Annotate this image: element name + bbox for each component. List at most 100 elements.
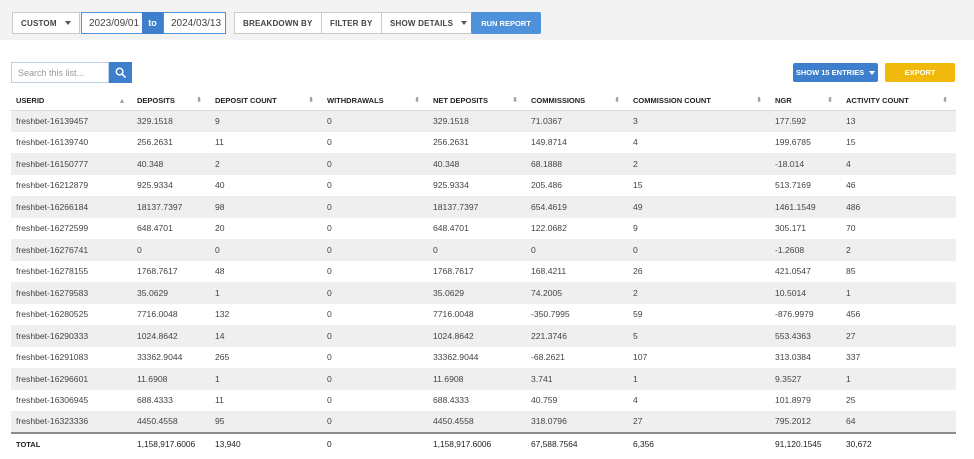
table-cell: 305.171 [770,217,841,239]
table-cell: 0 [132,239,210,261]
date-from-value: 2023/09/01 [89,17,140,29]
chevron-down-icon [869,70,876,75]
table-cell: 18137.7397 [132,196,210,218]
table-cell: 70 [841,217,956,239]
table-cell: 0 [322,325,428,347]
table-cell: 688.4333 [428,389,526,411]
table-cell: -1.2608 [770,239,841,261]
table-cell: 7716.0048 [428,303,526,325]
table-cell: 33362.9044 [428,346,526,368]
column-header-commissions[interactable]: COMMISSIONS ⬍ [526,91,628,111]
table-row: freshbet-16291083 33362.9044 265 0 33362.904… [11,346,956,368]
table-row: freshbet-16276741 0 0 0 0 0 0 -1.2608 2 [11,239,956,261]
table-cell: 4 [841,153,956,175]
table-cell: 168.4211 [526,260,628,282]
table-cell: 14 [210,325,322,347]
show-entries-dropdown[interactable]: SHOW 15 ENTRIES [793,63,878,82]
table-cell: 40.348 [428,153,526,175]
table-cell: 1 [210,282,322,304]
table-cell: 256.2631 [428,131,526,153]
date-from-input[interactable]: 2023/09/01 [81,12,143,34]
sort-ascending-icon[interactable]: ▴ [120,96,124,105]
table-cell: 925.9334 [428,174,526,196]
total-cell: 67,588.7564 [526,431,628,455]
table-cell: 35.0629 [428,282,526,304]
table-cell: freshbet-16266184 [11,196,132,218]
sort-icon[interactable]: ⬍ [308,96,314,104]
run-report-button[interactable]: RUN REPORT [471,12,541,34]
table-cell: 0 [322,239,428,261]
column-header-withdrawals[interactable]: WITHDRAWALS ⬍ [322,91,428,111]
show-details-dropdown[interactable]: SHOW DETAILS [381,12,477,34]
search-placeholder: Search this list... [18,67,85,78]
table-cell: 654.4619 [526,196,628,218]
export-button[interactable]: EXPORT [885,63,955,82]
column-header-commission-count[interactable]: COMMISSION COUNT ⬍ [628,91,770,111]
table-cell: 0 [322,217,428,239]
table-cell: 199.6785 [770,131,841,153]
table-cell: 795.2012 [770,411,841,433]
table-cell: 513.7169 [770,174,841,196]
table-cell: freshbet-16276741 [11,239,132,261]
date-to-value: 2024/03/13 [171,17,222,29]
sort-icon[interactable]: ⬍ [614,96,620,104]
sort-icon[interactable]: ⬍ [196,96,202,104]
search-button[interactable] [109,62,132,83]
column-header-label: DEPOSITS [137,95,175,105]
sort-icon[interactable]: ⬍ [942,96,948,104]
table-cell: 49 [628,196,770,218]
sort-icon[interactable]: ⬍ [756,96,762,104]
table-cell: 0 [628,239,770,261]
filter-by-button[interactable]: FILTER BY [321,12,382,34]
table-cell: 26 [628,260,770,282]
table-cell: 149.8714 [526,131,628,153]
table-cell: 1768.7617 [132,260,210,282]
column-header-label: WITHDRAWALS [327,95,384,105]
table-row: freshbet-16272599 648.4701 20 0 648.4701 122.… [11,217,956,239]
table-cell: 0 [322,153,428,175]
date-range-preset-label: CUSTOM [21,18,57,28]
column-header-label: COMMISSION COUNT [633,95,711,105]
chevron-down-icon [64,21,71,25]
table-cell: 0 [322,303,428,325]
table-row: freshbet-16139457 329.1518 9 0 329.1518 71.03… [11,110,956,132]
column-header-label: NGR [775,95,792,105]
table-cell: 456 [841,303,956,325]
table-cell: freshbet-16139457 [11,110,132,132]
column-header-label: NET DEPOSITS [433,95,489,105]
column-header-ngr[interactable]: NGR ⬍ [770,91,841,111]
table-row: freshbet-16290333 1024.8642 14 0 1024.8642 22… [11,325,956,347]
table-cell: 0 [526,239,628,261]
sort-icon[interactable]: ⬍ [827,96,833,104]
sort-icon[interactable]: ⬍ [512,96,518,104]
column-header-deposit-count[interactable]: DEPOSIT COUNT ⬍ [210,91,322,111]
table-cell: 40 [210,174,322,196]
table-cell: 132 [210,303,322,325]
column-header-deposits[interactable]: DEPOSITS ⬍ [132,91,210,111]
search-input[interactable]: Search this list... [11,62,109,83]
table-cell: 1 [841,282,956,304]
table-cell: 4 [628,389,770,411]
table-cell: 107 [628,346,770,368]
table-cell: 40.348 [132,153,210,175]
table-cell: 0 [210,239,322,261]
table-cell: 33362.9044 [132,346,210,368]
column-header-userid[interactable]: USERID ▴ [11,91,132,111]
table-row: freshbet-16296601 11.6908 1 0 11.6908 3.741 1 9… [11,368,956,390]
table-cell: 59 [628,303,770,325]
column-header-net-deposits[interactable]: NET DEPOSITS ⬍ [428,91,526,111]
table-cell: -68.2621 [526,346,628,368]
show-details-label: SHOW DETAILS [390,18,454,28]
column-header-activity-count[interactable]: ACTIVITY COUNT ⬍ [841,91,956,111]
table-header-row: USERID ▴ DEPOSITS ⬍ DEPOSIT COUNT ⬍ WITHDRAWAL… [11,91,956,111]
table-cell: 11.6908 [428,368,526,390]
table-cell: 337 [841,346,956,368]
table-row: freshbet-16150777 40.348 2 0 40.348 68.1888 2-… [11,153,956,175]
table-cell: 48 [210,260,322,282]
table-cell: 15 [841,131,956,153]
date-to-input[interactable]: 2024/03/13 [163,12,226,34]
table-cell: 1461.1549 [770,196,841,218]
date-range-preset-dropdown[interactable]: CUSTOM [12,12,80,34]
table-cell: 9 [628,217,770,239]
sort-icon[interactable]: ⬍ [414,96,420,104]
